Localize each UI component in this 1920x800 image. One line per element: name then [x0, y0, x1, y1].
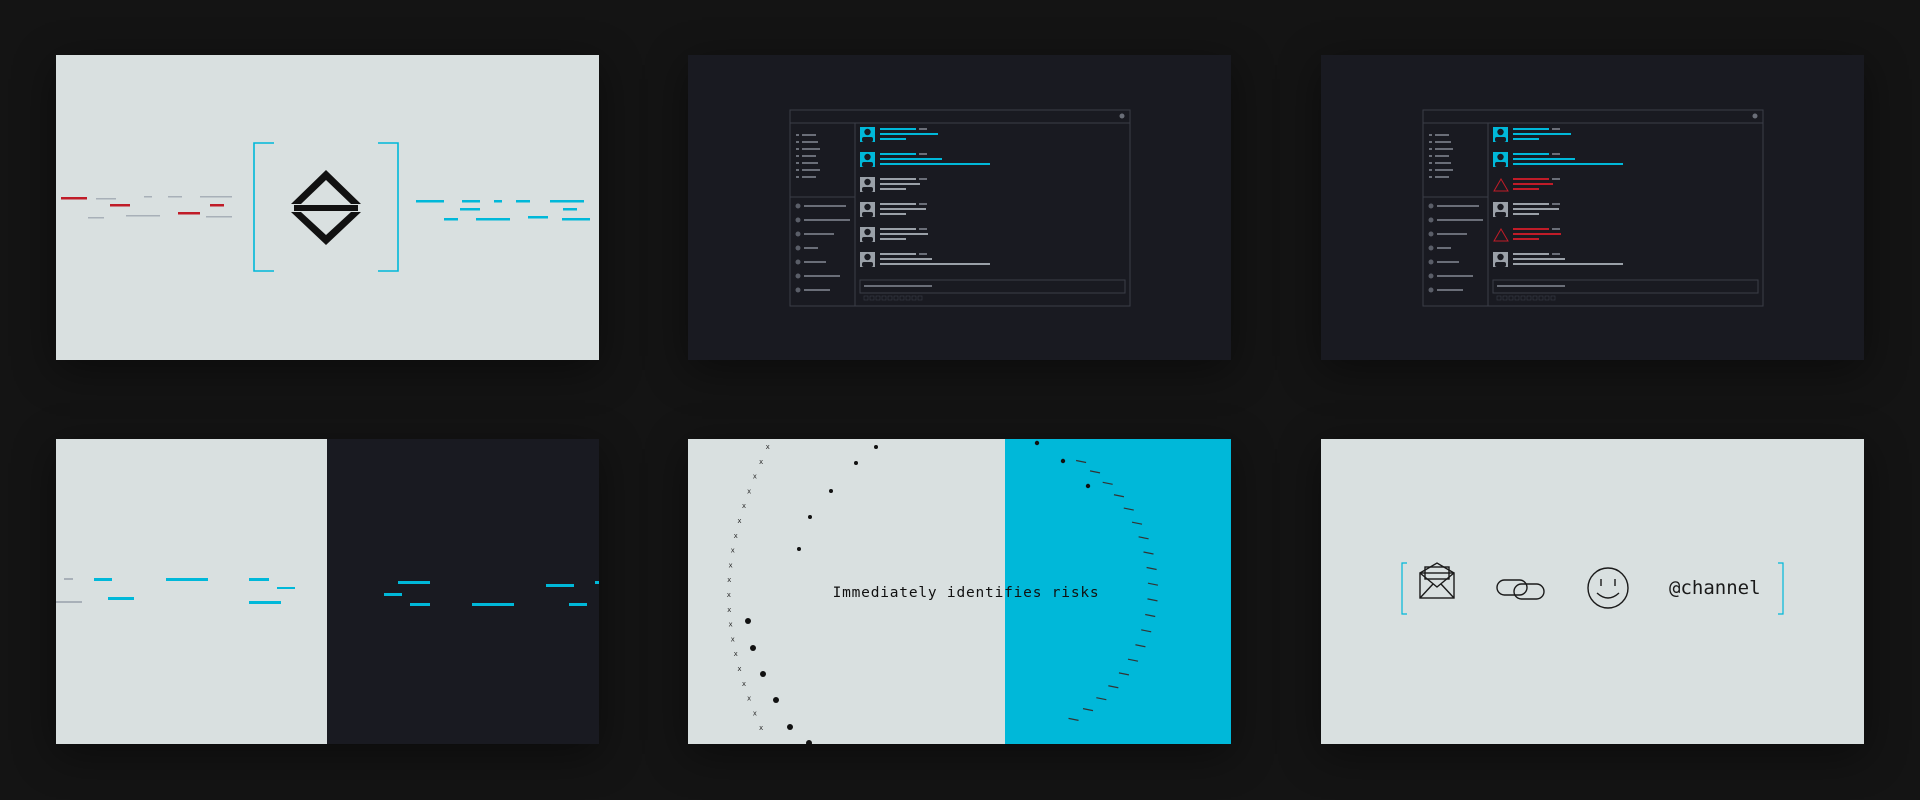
dot [797, 547, 801, 551]
x-mark: x [759, 724, 763, 732]
avatar [795, 287, 801, 293]
channel-label: @channel [1669, 577, 1761, 599]
x-mark: x [734, 532, 738, 540]
x-mark: x [728, 621, 732, 629]
dot [829, 489, 833, 493]
x-mark: x [737, 665, 741, 673]
x-mark: x [728, 561, 732, 569]
dot [854, 461, 858, 465]
dark-half [327, 439, 599, 744]
dot [1034, 440, 1040, 446]
avatar [1428, 259, 1434, 265]
merge-arrows-icon [291, 170, 361, 245]
x-mark: x [727, 591, 731, 599]
x-mark: x [734, 650, 738, 658]
dot [745, 618, 751, 624]
x-mark: x [759, 458, 763, 466]
x-mark: x [731, 547, 735, 555]
light-half-dashes [56, 578, 295, 604]
dot [750, 645, 756, 651]
warning-icon [1493, 178, 1509, 192]
avatar [795, 259, 801, 265]
avatar [1428, 287, 1434, 293]
x-mark: x [747, 487, 751, 495]
merge-panel [56, 55, 599, 360]
link-icon [1496, 579, 1545, 600]
avatar [795, 203, 801, 209]
user-icon [1752, 113, 1758, 119]
dot [773, 697, 779, 703]
input-dash-lines [61, 196, 232, 219]
dot [787, 724, 793, 730]
warning-icon [1493, 228, 1509, 242]
dot [808, 515, 812, 519]
avatar [1428, 231, 1434, 237]
x-mark: x [731, 635, 735, 643]
chat-ui-panel [688, 55, 1231, 360]
x-mark: x [766, 443, 770, 451]
avatar [795, 245, 801, 251]
risk-caption: Immediately identifies risks [833, 585, 1100, 601]
chat-wireframe [1422, 109, 1764, 307]
avatar [795, 273, 801, 279]
x-mark: x [727, 606, 731, 614]
x-mark: x [742, 680, 746, 688]
smiley-icon [1587, 567, 1629, 609]
chat-wireframe [789, 109, 1131, 307]
x-mark: x [727, 576, 731, 584]
x-mark: x [742, 502, 746, 510]
avatar [1428, 217, 1434, 223]
x-mark: x [737, 517, 741, 525]
chat-ui-alert-panel [1321, 55, 1864, 360]
dot [1060, 458, 1066, 464]
x-mark: x [753, 709, 757, 717]
avatar [1428, 245, 1434, 251]
dot [760, 671, 766, 677]
chat-window [1422, 109, 1764, 307]
dot [874, 445, 878, 449]
avatar [1428, 273, 1434, 279]
avatar [1428, 203, 1434, 209]
avatar [795, 217, 801, 223]
x-mark: x [753, 473, 757, 481]
split-dash-panel [56, 439, 599, 744]
user-icon [1119, 113, 1125, 119]
x-mark: x [747, 695, 751, 703]
envelope-icon [1419, 562, 1455, 599]
output-dash-lines [416, 200, 590, 221]
dot [806, 740, 812, 744]
risk-panel: xxxxxxxxxxxxxxxxxxxx Immediately identif… [688, 439, 1231, 744]
channels-panel: @channel [1321, 439, 1864, 744]
chat-window [789, 109, 1131, 307]
avatar [795, 231, 801, 237]
dot [1085, 483, 1091, 489]
